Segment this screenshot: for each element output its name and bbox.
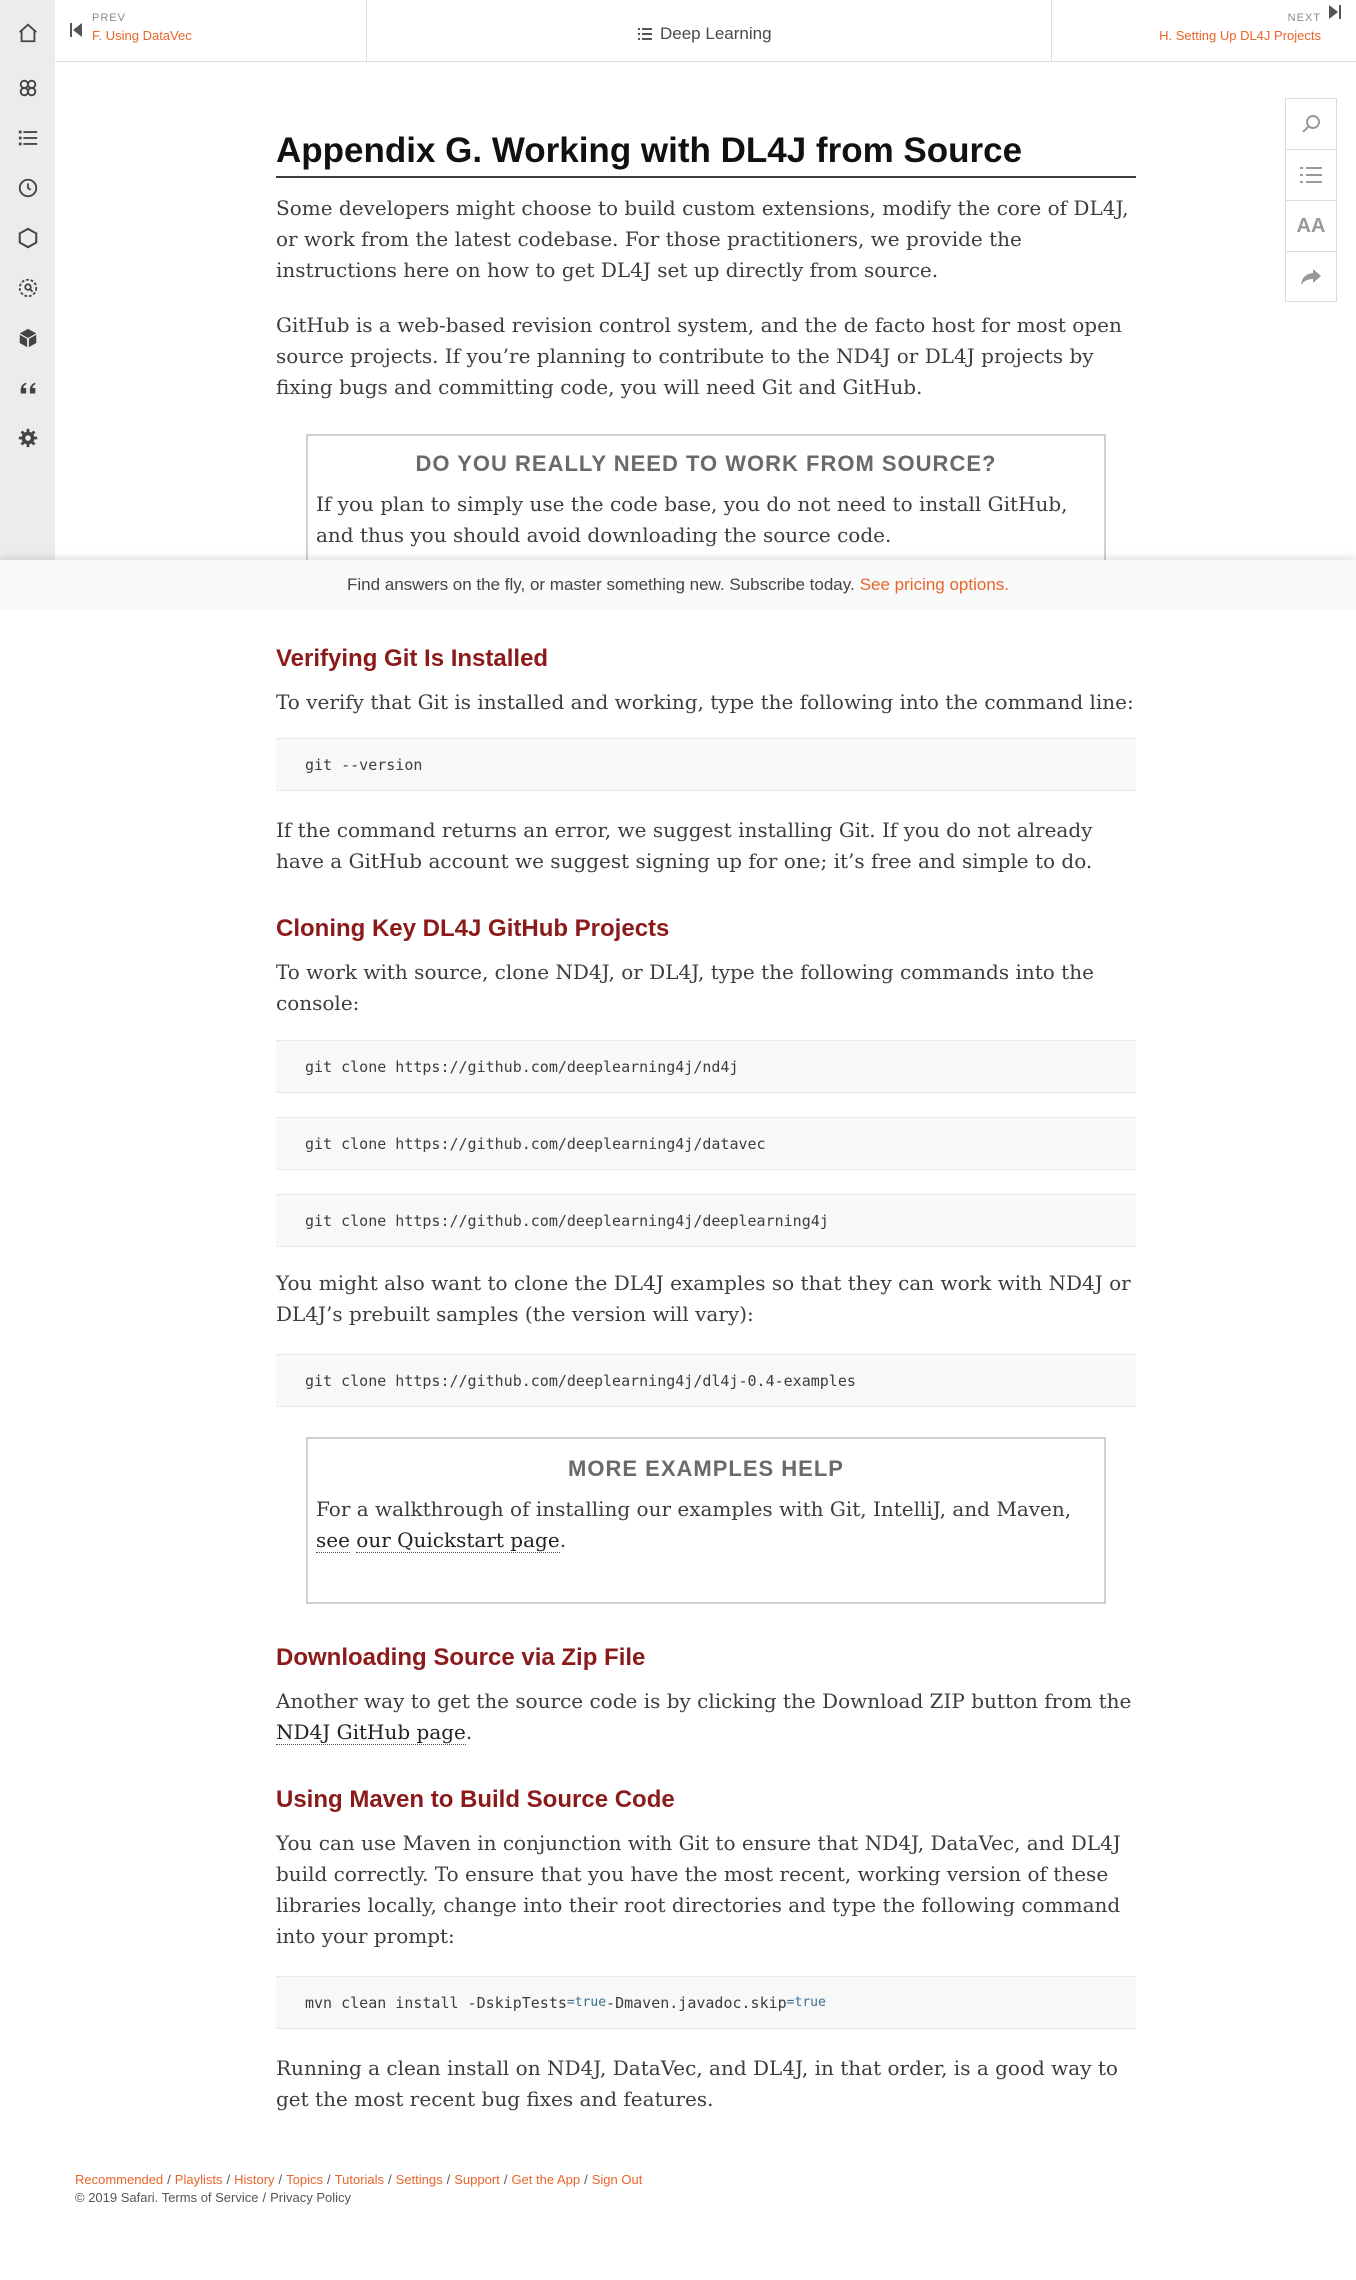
code-clone-examples: git clone https://github.com/deeplearnin… [276, 1354, 1136, 1407]
font-size-icon: AA [1296, 214, 1326, 237]
article-continued: Verifying Git Is Installed To verify tha… [276, 645, 1136, 2115]
examples-paragraph: You might also want to clone the DL4J ex… [276, 1271, 1131, 1326]
footer-link-settings[interactable]: Settings [396, 2172, 443, 2187]
maven-paragraph: You can use Maven in conjunction with Gi… [276, 1831, 1121, 1948]
tool-toc-button[interactable] [1286, 150, 1336, 201]
code-clone-datavec: git clone https://github.com/deeplearnin… [276, 1117, 1136, 1170]
banner-spacer [0, 610, 1356, 630]
terms-link[interactable]: Terms of Service [162, 2190, 259, 2205]
article: Appendix G. Working with DL4J from Sourc… [276, 130, 1136, 574]
tool-share-button[interactable] [1286, 252, 1336, 302]
heading-maven: Using Maven to Build Source Code [276, 1786, 675, 1813]
next-chapter-link[interactable]: NEXT H. Setting Up DL4J Projects [1051, 0, 1356, 61]
tool-font-button[interactable]: AA [1286, 201, 1336, 252]
intro-paragraph: Some developers might choose to build cu… [276, 196, 1129, 282]
toc-icon [638, 28, 652, 40]
skip-forward-icon [1329, 5, 1341, 19]
book-title: Deep Learning [660, 24, 772, 43]
footer-link-sign-out[interactable]: Sign Out [592, 2172, 643, 2187]
examples-help-text: For a walkthrough of installing our exam… [316, 1497, 1072, 1553]
prev-title[interactable]: F. Using DataVec [92, 28, 192, 43]
code-clone-nd4j: git clone https://github.com/deeplearnin… [276, 1040, 1136, 1093]
book-toc-link[interactable]: Deep Learning [638, 24, 772, 44]
code-git-version: git --version [276, 738, 1136, 791]
final-paragraph: Running a clean install on ND4J, DataVec… [276, 2056, 1118, 2111]
skip-back-icon [70, 23, 82, 37]
search-icon [1302, 115, 1320, 133]
search-icon[interactable] [13, 273, 43, 303]
source-note-text: If you plan to simply use the code base,… [316, 492, 1068, 547]
heading-cloning: Cloning Key DL4J GitHub Projects [276, 915, 670, 942]
next-kicker: NEXT [1287, 12, 1321, 24]
nd4j-github-link[interactable]: ND4J GitHub page [276, 1720, 466, 1745]
zip-paragraph: Another way to get the source code is by… [276, 1689, 1132, 1745]
topics-icon[interactable] [13, 73, 43, 103]
pricing-link[interactable]: See pricing options. [860, 575, 1009, 595]
github-paragraph: GitHub is a web-based revision control s… [276, 313, 1122, 399]
top-navigation: PREV F. Using DataVec Deep Learning NEXT… [55, 0, 1356, 62]
prev-chapter-link[interactable]: PREV F. Using DataVec [55, 0, 367, 61]
tool-search-button[interactable] [1286, 99, 1336, 150]
cube-icon[interactable] [13, 323, 43, 353]
footer-link-playlists[interactable]: Playlists [175, 2172, 223, 2187]
footer: Recommended / Playlists / History / Topics / Tut… [75, 2172, 642, 2205]
examples-help-title: MORE EXAMPLES HELP [568, 1456, 844, 1481]
next-title[interactable]: H. Setting Up DL4J Projects [1159, 28, 1321, 43]
banner-text: Find answers on the fly, or master somet… [346, 575, 855, 594]
home-icon[interactable] [13, 18, 43, 48]
clone-paragraph: To work with source, clone ND4J, or DL4J… [276, 960, 1094, 1015]
chapter-title: Appendix G. Working with DL4J from Sourc… [276, 130, 1136, 178]
source-note-title: DO YOU REALLY NEED TO WORK FROM SOURCE? [415, 451, 997, 476]
toc-icon [1300, 167, 1322, 183]
examples-help-box: MORE EXAMPLES HELP For a walkthrough of … [306, 1437, 1106, 1604]
list-icon[interactable] [13, 123, 43, 153]
footer-link-topics[interactable]: Topics [286, 2172, 323, 2187]
footer-links: Recommended / Playlists / History / Topics / Tut… [75, 2172, 643, 2187]
history-icon[interactable] [13, 173, 43, 203]
copyright: © 2019 Safari. [75, 2190, 159, 2205]
verify-paragraph: To verify that Git is installed and work… [276, 690, 1134, 714]
quote-icon[interactable] [13, 373, 43, 403]
share-icon [1301, 269, 1321, 285]
left-icon-rail [0, 0, 55, 560]
quickstart-link-a[interactable]: see [316, 1528, 350, 1553]
reader-tools-panel: AA [1285, 98, 1337, 302]
quickstart-link-b[interactable]: our Quickstart page [356, 1528, 560, 1553]
heading-verify-git: Verifying Git Is Installed [276, 645, 549, 672]
footer-link-support[interactable]: Support [454, 2172, 500, 2187]
footer-legal: © 2019 Safari. Terms of Service / Privacy … [75, 2190, 352, 2205]
hexagon-icon[interactable] [13, 223, 43, 253]
prev-kicker: PREV [92, 12, 126, 24]
gear-icon[interactable] [13, 423, 43, 453]
source-note-box: DO YOU REALLY NEED TO WORK FROM SOURCE? … [306, 434, 1106, 574]
subscribe-banner: Find answers on the fly, or master somet… [0, 560, 1356, 610]
privacy-link[interactable]: Privacy Policy [270, 2190, 351, 2205]
code-maven: mvn clean install -DskipTests =true -Dmav… [276, 1976, 1136, 2029]
heading-zip: Downloading Source via Zip File [276, 1644, 646, 1671]
code-clone-dl4j: git clone https://github.com/deeplearnin… [276, 1194, 1136, 1247]
footer-link-tutorials[interactable]: Tutorials [335, 2172, 384, 2187]
footer-link-recommended[interactable]: Recommended [75, 2172, 163, 2187]
footer-link-history[interactable]: History [234, 2172, 274, 2187]
footer-link-get-app[interactable]: Get the App [511, 2172, 580, 2187]
error-paragraph: If the command returns an error, we sugg… [276, 818, 1093, 873]
